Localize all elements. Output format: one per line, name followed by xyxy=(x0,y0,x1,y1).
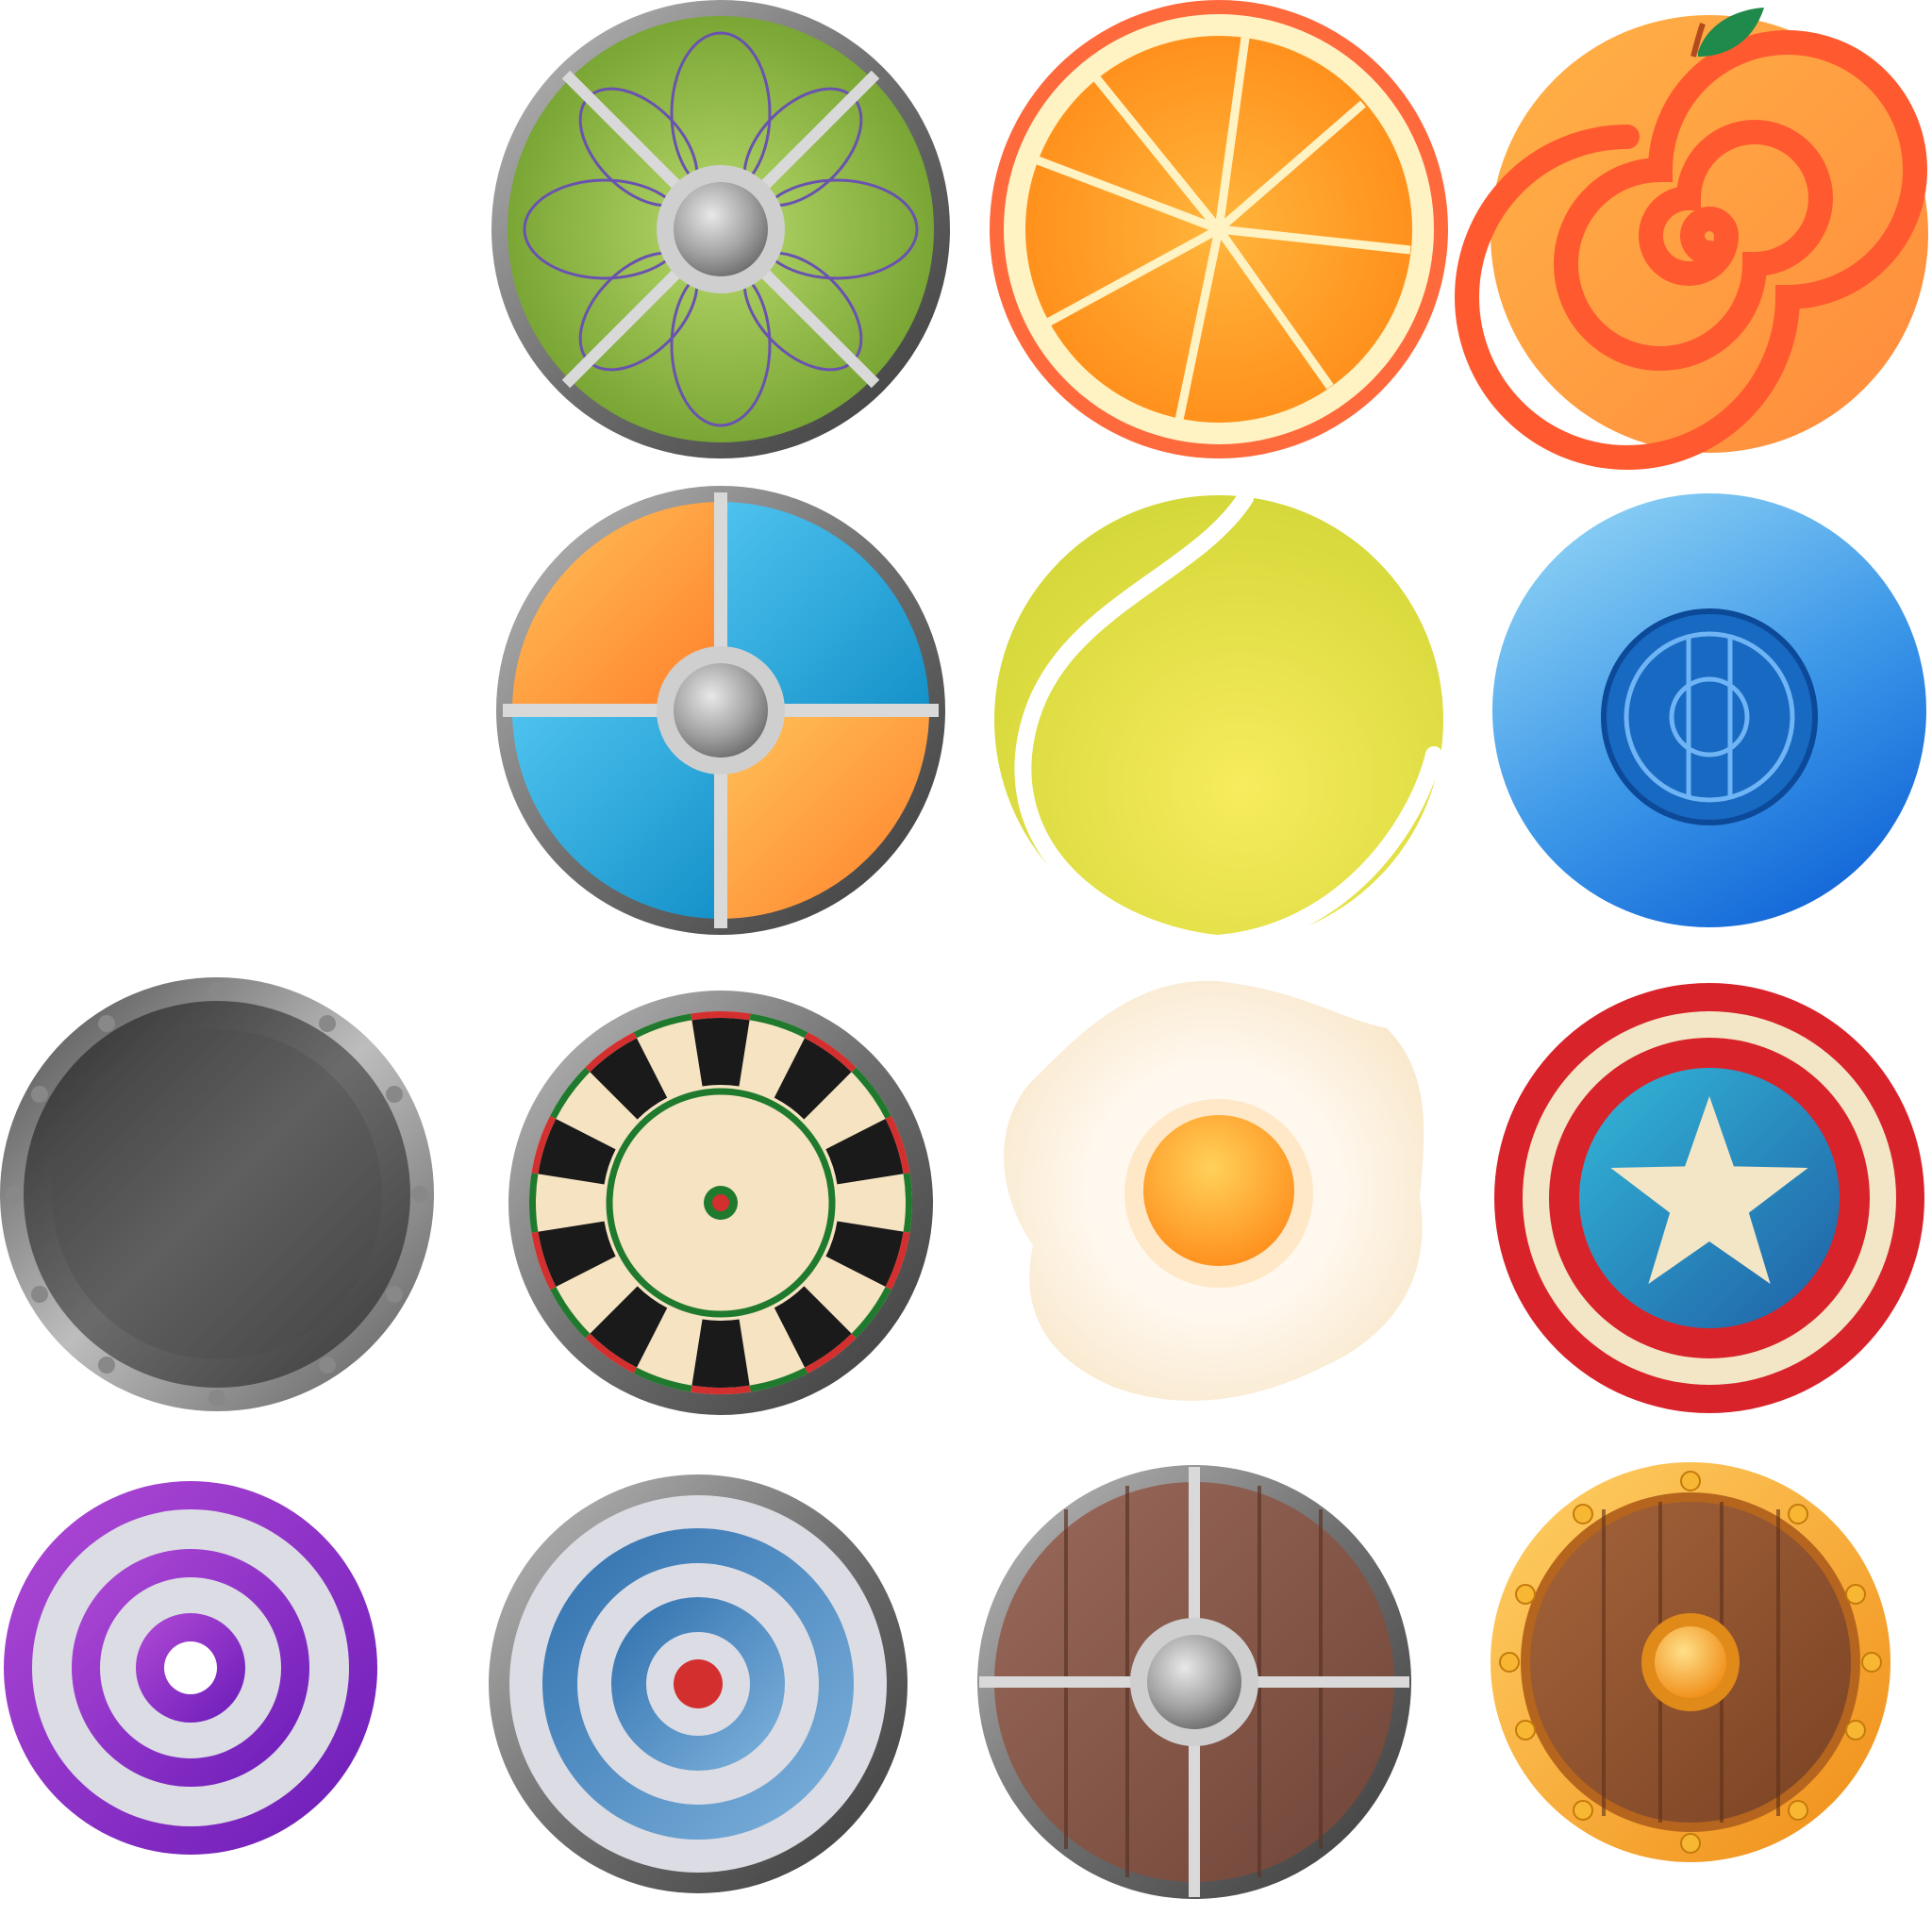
shield-sprite-sheet xyxy=(0,0,1928,1899)
wooden-viking-shield-icon[interactable] xyxy=(977,1465,1411,1899)
purple-target-icon[interactable] xyxy=(4,1481,377,1855)
green-viking-shield-icon[interactable] xyxy=(491,0,950,458)
dartboard-icon[interactable] xyxy=(508,991,933,1415)
riveted-steel-shield-icon[interactable] xyxy=(0,977,434,1411)
golden-wooden-shield-icon[interactable] xyxy=(1491,1462,1890,1862)
orange-slice-icon[interactable] xyxy=(990,0,1448,458)
star-shield-icon[interactable] xyxy=(1494,983,1924,1413)
fried-egg-icon[interactable] xyxy=(1004,980,1424,1401)
blue-disc-emblem-icon[interactable] xyxy=(1492,493,1926,927)
blue-target-shield-icon[interactable] xyxy=(489,1474,908,1893)
quartered-orange-blue-shield-icon[interactable] xyxy=(496,486,945,935)
tennis-ball-icon[interactable] xyxy=(994,490,1443,953)
spiral-peach-icon[interactable] xyxy=(1455,8,1928,470)
